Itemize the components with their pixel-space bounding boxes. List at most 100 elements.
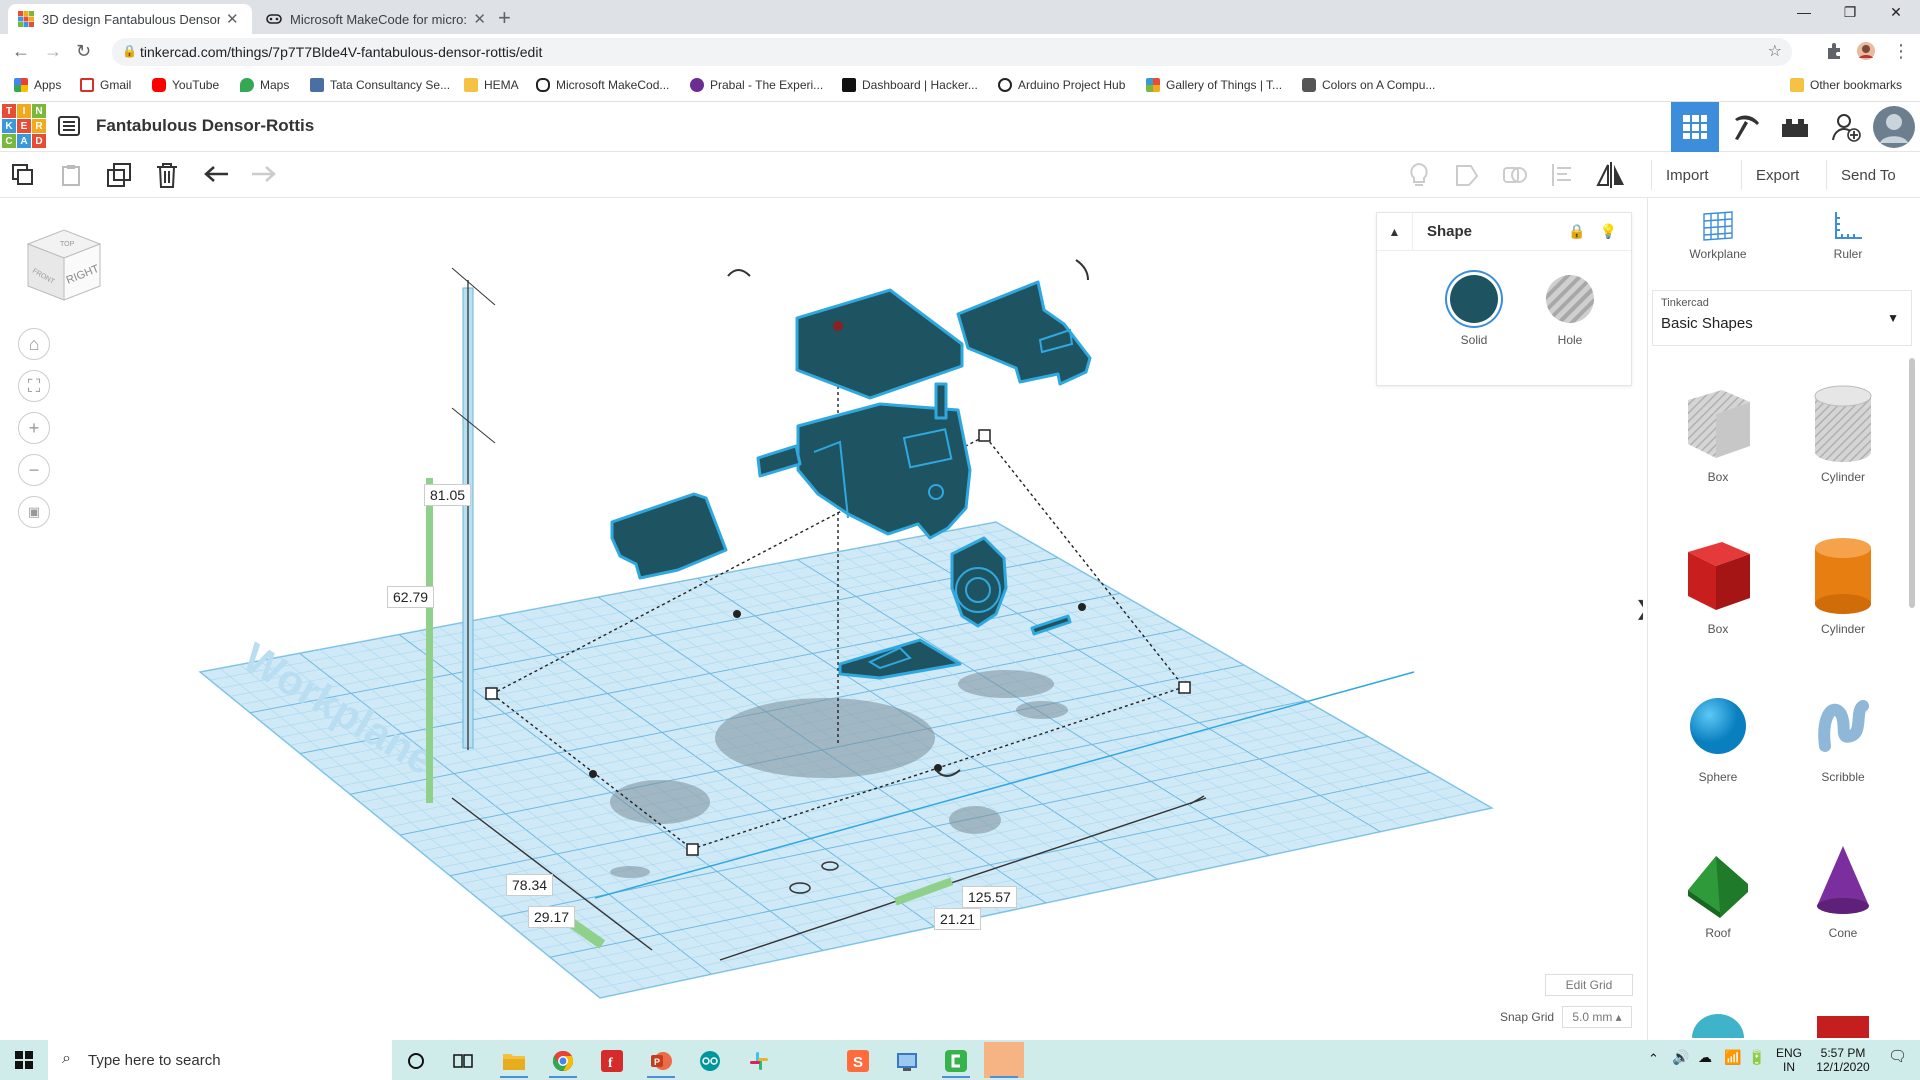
tab-makecode[interactable]: Microsoft MakeCode for micro:bi ✕ (256, 4, 496, 34)
group-button[interactable] (1452, 160, 1482, 190)
shape-partial-2[interactable] (1793, 998, 1893, 1038)
shape-scribble[interactable]: Scribble (1793, 686, 1893, 784)
bookmark-gallery[interactable]: Gallery of Things | T... (1146, 78, 1282, 92)
window-close-icon[interactable]: ✕ (1876, 4, 1916, 21)
start-button[interactable] (0, 1040, 48, 1080)
close-tab-icon[interactable]: ✕ (473, 10, 486, 28)
notes-button[interactable] (1404, 160, 1434, 190)
lightbulb-icon[interactable]: 💡 (1600, 223, 1617, 240)
profile-avatar-icon[interactable] (1856, 41, 1876, 61)
bookmark-maps[interactable]: Maps (240, 78, 289, 92)
export-button[interactable]: Export (1741, 160, 1813, 190)
sublime-app[interactable]: S (838, 1044, 878, 1078)
undo-button[interactable] (202, 160, 232, 190)
hole-option[interactable]: Hole (1525, 275, 1615, 347)
invite-user-button[interactable] (1822, 102, 1870, 152)
user-avatar[interactable] (1870, 102, 1918, 152)
shape-partial-1[interactable] (1668, 998, 1768, 1038)
onedrive-icon[interactable]: ☁ (1698, 1050, 1712, 1064)
lock-icon[interactable]: 🔒 (122, 44, 137, 58)
new-tab-icon[interactable]: + (498, 5, 511, 31)
rotate-handle-icon[interactable] (1075, 259, 1089, 281)
bookmark-makecode[interactable]: Microsoft MakeCod... (536, 78, 669, 92)
powerpoint-app[interactable]: P (641, 1044, 681, 1078)
hole-swatch[interactable] (1546, 275, 1594, 323)
language-indicator[interactable]: ENG IN (1776, 1046, 1802, 1074)
bookmark-prabal[interactable]: Prabal - The Experi... (690, 78, 823, 92)
rotate-handle-icon[interactable] (727, 269, 751, 277)
bookmark-apps[interactable]: Apps (14, 78, 61, 92)
zoom-out-button[interactable]: − (18, 454, 50, 486)
tab-tinkercad[interactable]: 3D design Fantabulous Densor-R ✕ (8, 4, 252, 34)
arduino-app[interactable] (690, 1044, 730, 1078)
ruler-tool[interactable]: Ruler (1798, 208, 1898, 261)
redo-button[interactable] (248, 160, 278, 190)
shape-cylinder[interactable]: Cylinder (1793, 532, 1893, 636)
dim-depth[interactable]: 78.34 (506, 874, 554, 896)
browser-menu-icon[interactable]: ⋮ (1892, 41, 1910, 62)
sidebar-scrollbar[interactable] (1909, 358, 1915, 608)
3d-design-view-button[interactable] (1671, 102, 1719, 152)
chrome-app[interactable] (543, 1044, 583, 1078)
view-cube-top-label[interactable]: TOP (60, 241, 75, 248)
taskbar-search[interactable]: ⌕ Type here to search (48, 1040, 392, 1080)
dim-depth-offset[interactable]: 29.17 (528, 906, 576, 928)
show-hidden-icons[interactable]: ⌃ (1648, 1052, 1659, 1066)
notifications-icon[interactable]: 🗨 (1888, 1049, 1907, 1064)
zoom-in-button[interactable]: + (18, 412, 50, 444)
send-to-button[interactable]: Send To (1826, 160, 1910, 190)
sidebar-collapse-icon[interactable]: ❯ (1635, 596, 1643, 626)
bookmark-hema[interactable]: HEMA (464, 78, 519, 92)
solid-swatch[interactable] (1450, 275, 1498, 323)
design-title[interactable]: Fantabulous Densor-Rottis (96, 116, 314, 136)
shape-box[interactable]: Box (1668, 532, 1768, 636)
bookmark-star-icon[interactable]: ☆ (1768, 41, 1782, 61)
align-button[interactable] (1548, 160, 1578, 190)
back-arrow-icon[interactable]: ← (12, 41, 30, 62)
other-bookmarks[interactable]: Other bookmarks (1790, 78, 1902, 92)
clock[interactable]: 5:57 PM 12/1/2020 (1808, 1046, 1878, 1074)
bookmark-hackerrank[interactable]: Dashboard | Hacker... (842, 78, 978, 92)
solid-option[interactable]: Solid (1429, 275, 1519, 347)
home-view-button[interactable]: ⌂ (18, 328, 50, 360)
shape-roof[interactable]: Roof (1668, 836, 1768, 940)
dim-width-offset[interactable]: 21.21 (934, 908, 982, 930)
projection-button[interactable]: ▣ (18, 496, 50, 528)
battery-icon[interactable]: 🔋 (1748, 1050, 1765, 1064)
restore-icon[interactable]: ❐ (1830, 4, 1870, 21)
fit-view-button[interactable]: ⛶ (18, 370, 50, 402)
duplicate-button[interactable] (104, 160, 134, 190)
bookmark-arduino[interactable]: Arduino Project Hub (998, 78, 1125, 92)
bookmark-colors[interactable]: Colors on A Compu... (1302, 78, 1435, 92)
dim-height-total[interactable]: 81.05 (424, 484, 472, 506)
cortana-button[interactable] (396, 1044, 436, 1078)
mirror-button[interactable] (1596, 160, 1626, 190)
tinkercad-logo[interactable]: T I N K E R C A D (2, 104, 46, 148)
3d-viewport[interactable]: Workplane TOP FRONT RIGHT ⌂ ⛶ + − ▣ 81.0… (0, 198, 1643, 1040)
app-red[interactable]: f (592, 1044, 632, 1078)
delete-button[interactable] (152, 160, 182, 190)
blocks-view-button[interactable] (1722, 102, 1770, 152)
slack-app[interactable] (739, 1044, 779, 1078)
ungroup-button[interactable] (1500, 160, 1530, 190)
control-panel-app[interactable] (887, 1044, 927, 1078)
bookmark-gmail[interactable]: Gmail (80, 78, 131, 92)
shape-sphere[interactable]: Sphere (1668, 686, 1768, 784)
model-body[interactable] (796, 402, 972, 540)
view-cube[interactable]: TOP FRONT RIGHT (22, 222, 106, 306)
bookmark-tcs[interactable]: Tata Consultancy Se... (310, 78, 450, 92)
import-button[interactable]: Import (1651, 160, 1723, 190)
bookmark-youtube[interactable]: YouTube (152, 78, 219, 92)
model-handle[interactable] (756, 444, 802, 478)
shape-cone[interactable]: Cone (1793, 836, 1893, 940)
dim-width[interactable]: 125.57 (962, 886, 1017, 908)
camtasia-app[interactable] (936, 1044, 976, 1078)
lock-icon[interactable]: 🔒 (1568, 223, 1585, 240)
snap-grid-select[interactable]: 5.0 mm ▴ (1562, 1006, 1632, 1028)
wifi-icon[interactable]: 📶 (1724, 1050, 1741, 1064)
copy-button[interactable] (8, 160, 38, 190)
workplane-tool[interactable]: Workplane (1668, 208, 1768, 261)
paste-button[interactable] (56, 160, 86, 190)
dim-height-elevation[interactable]: 62.79 (387, 586, 435, 608)
reload-icon[interactable]: ↻ (76, 41, 91, 62)
